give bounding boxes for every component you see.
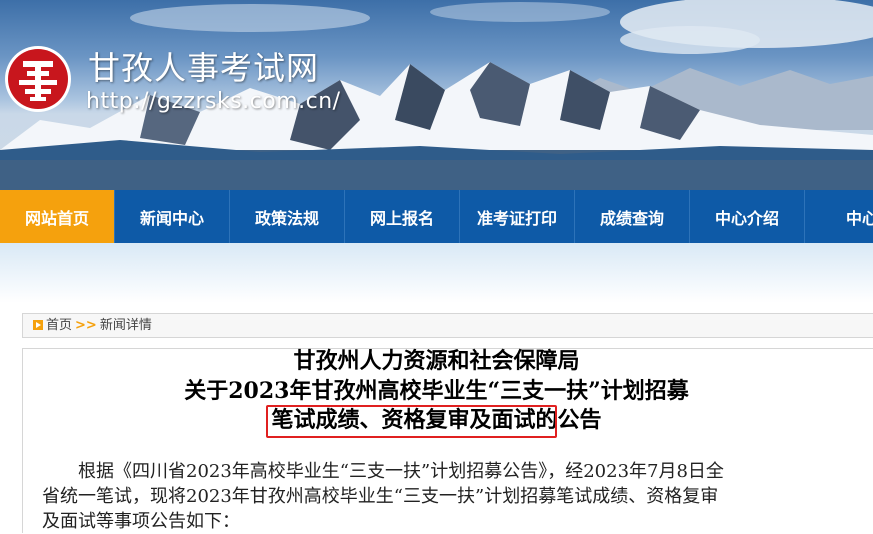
nav-item-admission-ticket[interactable]: 准考证打印 xyxy=(460,190,575,243)
site-title: 甘孜人事考试网 xyxy=(88,49,320,87)
nav-shadow-band xyxy=(0,243,873,303)
nav-item-score-query[interactable]: 成绩查询 xyxy=(575,190,690,243)
site-banner: 甘孜人事考试网 http://gzzrsks.com.cn/ xyxy=(0,0,873,190)
article-title-line-1: 甘孜州人力资源和社会保障局 xyxy=(293,348,580,374)
highlight-box xyxy=(266,405,557,438)
breadcrumb: 首页 >> 新闻详情 xyxy=(22,313,873,338)
nav-item-center-truncated[interactable]: 中心 xyxy=(805,190,873,243)
nav-item-news[interactable]: 新闻中心 xyxy=(115,190,230,243)
main-navigation: 网站首页 新闻中心 政策法规 网上报名 准考证打印 成绩查询 中心介绍 中心 xyxy=(0,190,873,243)
nav-item-registration[interactable]: 网上报名 xyxy=(345,190,460,243)
breadcrumb-current: 新闻详情 xyxy=(99,318,152,333)
article-paragraph-line-2: 省统一笔试，现将2023年甘孜州高校毕业生“三支一扶”计划招募笔试成绩、资格复审 xyxy=(42,486,719,507)
article-paragraph-line-1: 根据《四川省2023年高校毕业生“三支一扶”计划招募公告》，经2023年7月8日… xyxy=(78,461,724,482)
article-title-line-2: 关于2023年甘孜州高校毕业生“三支一扶”计划招募 xyxy=(184,378,689,404)
nav-item-policy[interactable]: 政策法规 xyxy=(230,190,345,243)
nav-item-center-intro[interactable]: 中心介绍 xyxy=(690,190,805,243)
article-paragraph-line-3: 及面试等事项公告如下： xyxy=(42,511,240,532)
breadcrumb-separator: >> xyxy=(75,318,97,333)
breadcrumb-arrow-icon xyxy=(33,320,43,330)
nav-item-home[interactable]: 网站首页 xyxy=(0,190,115,243)
site-url: http://gzzrsks.com.cn/ xyxy=(86,89,341,114)
breadcrumb-home-link[interactable]: 首页 xyxy=(46,318,72,333)
logo-seal-icon[interactable] xyxy=(3,44,73,114)
